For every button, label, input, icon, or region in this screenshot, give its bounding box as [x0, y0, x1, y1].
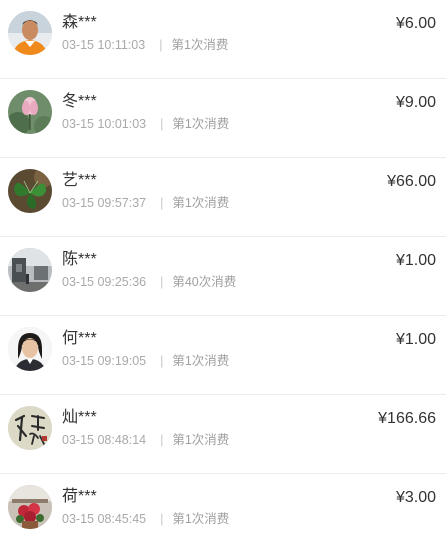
avatar-green-leaf [8, 169, 52, 213]
record-meta: 03-15 08:45:45 | 第1次消费 [62, 511, 229, 527]
amount: ¥6.00 [395, 15, 436, 32]
record-meta: 03-15 09:25:36 | 第40次消费 [62, 274, 236, 290]
avatar-lotus-flower [8, 90, 52, 134]
avatar-woman-portrait [8, 327, 52, 371]
visit-count: 第1次消费 [172, 354, 230, 368]
avatar-calligraphy [8, 406, 52, 450]
record-time: 03-15 10:01:03 [62, 117, 147, 131]
record-time: 03-15 09:25:36 [62, 275, 147, 289]
record-meta: 03-15 10:01:03 | 第1次消费 [62, 116, 229, 132]
visit-count: 第1次消费 [172, 512, 230, 526]
visit-count: 第1次消费 [172, 433, 230, 447]
avatar-man-orange-shirt [8, 11, 52, 55]
visit-count: 第40次消费 [172, 275, 237, 289]
meta-separator: | [160, 354, 164, 368]
meta-separator: | [160, 117, 164, 131]
amount: ¥9.00 [395, 94, 436, 111]
amount: ¥3.00 [395, 489, 436, 506]
record-meta: 03-15 09:57:37 | 第1次消费 [62, 195, 229, 211]
record-time: 03-15 10:11:03 [62, 38, 146, 52]
visit-count: 第1次消费 [172, 196, 230, 210]
meta-separator: | [160, 433, 164, 447]
customer-name: 艺*** [62, 172, 97, 189]
visit-count: 第1次消费 [171, 38, 229, 52]
visit-count: 第1次消费 [172, 117, 230, 131]
list-item[interactable]: 灿*** 03-15 08:48:14 | 第1次消费 ¥166.66 [0, 395, 446, 474]
customer-name: 荷*** [62, 488, 97, 505]
record-time: 03-15 08:48:14 [62, 433, 147, 447]
customer-name: 冬*** [62, 93, 97, 110]
amount: ¥1.00 [395, 252, 436, 269]
meta-separator: | [159, 38, 163, 52]
record-meta: 03-15 09:19:05 | 第1次消费 [62, 353, 229, 369]
record-time: 03-15 09:19:05 [62, 354, 147, 368]
customer-name: 何*** [62, 330, 97, 347]
avatar-street-scene [8, 248, 52, 292]
record-time: 03-15 09:57:37 [62, 196, 147, 210]
amount: ¥1.00 [395, 331, 436, 348]
record-time: 03-15 08:45:45 [62, 512, 147, 526]
meta-separator: | [160, 196, 164, 210]
consumption-record-list: 森*** 03-15 10:11:03 | 第1次消费 ¥6.00 冬*** 03-… [0, 0, 446, 539]
list-item[interactable]: 陈*** 03-15 09:25:36 | 第40次消费 ¥1.00 [0, 237, 446, 316]
list-item[interactable]: 森*** 03-15 10:11:03 | 第1次消费 ¥6.00 [0, 0, 446, 79]
list-item[interactable]: 冬*** 03-15 10:01:03 | 第1次消费 ¥9.00 [0, 79, 446, 158]
list-item[interactable]: 何*** 03-15 09:19:05 | 第1次消费 ¥1.00 [0, 316, 446, 395]
customer-name: 森*** [62, 14, 97, 31]
amount: ¥66.00 [387, 173, 436, 190]
amount: ¥166.66 [378, 410, 436, 427]
customer-name: 灿*** [62, 409, 97, 426]
record-meta: 03-15 10:11:03 | 第1次消费 [62, 37, 228, 53]
meta-separator: | [160, 512, 164, 526]
customer-name: 陈*** [62, 251, 97, 268]
avatar-flower-pot [8, 485, 52, 529]
meta-separator: | [160, 275, 164, 289]
record-meta: 03-15 08:48:14 | 第1次消费 [62, 432, 229, 448]
list-item[interactable]: 荷*** 03-15 08:45:45 | 第1次消费 ¥3.00 [0, 474, 446, 553]
list-item[interactable]: 艺*** 03-15 09:57:37 | 第1次消费 ¥66.00 [0, 158, 446, 237]
